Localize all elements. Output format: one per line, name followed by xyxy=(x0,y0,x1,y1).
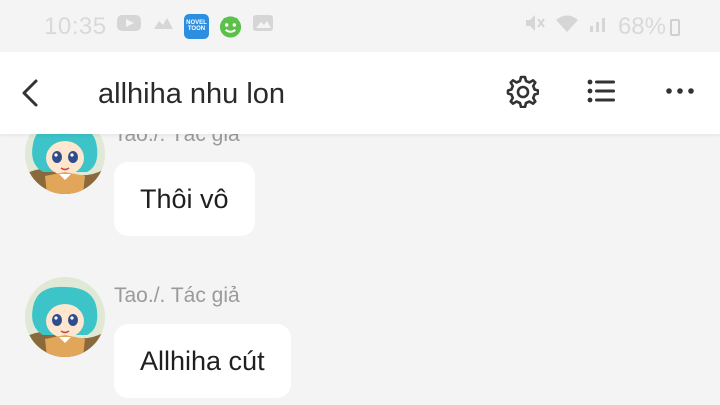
message-bubble[interactable]: Allhiha cút xyxy=(114,324,291,398)
chat-title: allhiha nhu lon xyxy=(98,78,286,110)
wifi-icon xyxy=(554,12,580,41)
status-time: 10:35 xyxy=(44,13,107,40)
noveltoon-app-icon: NOVEL TOON xyxy=(184,13,209,39)
list-button[interactable] xyxy=(582,74,620,112)
gear-icon xyxy=(505,74,540,113)
youtube-icon xyxy=(116,12,142,40)
app-face-icon xyxy=(218,14,243,39)
author-avatar[interactable] xyxy=(25,134,105,194)
chat-header: allhiha nhu lon xyxy=(0,52,720,134)
message-author: Tao./. Tác giả xyxy=(114,284,240,307)
status-system-icons: 68% xyxy=(522,12,680,41)
more-options-button[interactable] xyxy=(661,74,699,112)
battery-icon xyxy=(670,19,680,36)
battery-status: 68% xyxy=(618,13,680,41)
message-text: Thôi vô xyxy=(140,183,229,214)
status-notification-icons: NOVEL TOON xyxy=(116,12,274,40)
settings-button[interactable] xyxy=(503,74,541,112)
cloud-icon xyxy=(151,12,175,40)
list-icon xyxy=(584,74,618,113)
back-button[interactable] xyxy=(14,76,48,110)
signal-icon xyxy=(588,12,610,41)
mute-icon xyxy=(522,12,546,41)
message-bubble[interactable]: Thôi vô xyxy=(114,162,255,236)
chat-message-list[interactable]: Tao./. Tác giả Thôi vô Tao./. Tác giả Al… xyxy=(0,134,720,405)
image-icon xyxy=(252,12,274,40)
message-text: Allhiha cút xyxy=(140,345,265,376)
status-bar: 10:35 NOVEL TOON 68% xyxy=(0,0,720,52)
more-icon xyxy=(663,74,697,113)
battery-percent: 68% xyxy=(617,12,666,40)
chevron-left-icon xyxy=(14,79,48,114)
author-avatar[interactable] xyxy=(25,277,105,357)
message-author: Tao./. Tác giả xyxy=(114,134,240,146)
